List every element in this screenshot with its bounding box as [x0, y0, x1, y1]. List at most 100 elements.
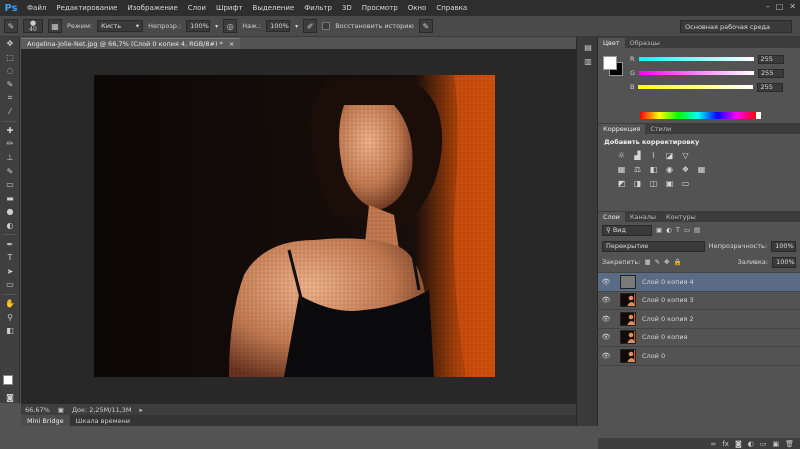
color-balance-icon[interactable]: ⚖	[632, 164, 643, 174]
history-panel-icon[interactable]: ▤	[577, 41, 599, 55]
brush-size-picker[interactable]: ● 40	[23, 19, 43, 33]
workspace-select[interactable]: Основная рабочая среда	[680, 20, 792, 33]
close-document-icon[interactable]: ×	[229, 40, 234, 48]
visibility-eye-icon[interactable]: 👁	[598, 315, 614, 323]
blur-tool-icon[interactable]: ●	[0, 205, 20, 219]
filter-type-icon[interactable]: T	[676, 226, 680, 234]
path-select-tool-icon[interactable]: ➤	[0, 265, 20, 279]
tab-channels[interactable]: Каналы	[625, 212, 661, 222]
tab-styles[interactable]: Стили	[645, 124, 676, 134]
filter-adjust-icon[interactable]: ◐	[666, 226, 672, 234]
layer-row[interactable]: 👁 Слой 0 копия 4	[598, 273, 800, 292]
tab-color[interactable]: Цвет	[598, 38, 625, 48]
tab-layers[interactable]: Слои	[598, 212, 625, 222]
filter-pixel-icon[interactable]: ▣	[656, 226, 662, 234]
layer-row[interactable]: 👁 Слой 0 копия 3	[598, 292, 800, 310]
shape-tool-icon[interactable]: ▭	[0, 278, 20, 292]
restore-history-checkbox[interactable]	[322, 22, 331, 30]
invert-icon[interactable]: ◩	[616, 178, 627, 188]
default-colors-icon[interactable]: ◧	[0, 324, 20, 338]
history-brush-tool-icon[interactable]: ✎	[0, 164, 20, 178]
flow-input[interactable]: 100%	[266, 20, 291, 32]
close-window-icon[interactable]: ✕	[789, 2, 796, 11]
white-swatch[interactable]	[756, 112, 761, 119]
vibrance-icon[interactable]: ▽	[680, 150, 691, 160]
lock-pixels-icon[interactable]: ✎	[655, 258, 660, 266]
foreground-color-swatch[interactable]	[3, 375, 13, 385]
tab-timeline[interactable]: Шкала времени	[70, 415, 136, 426]
posterize-icon[interactable]: ◨	[632, 178, 643, 188]
maximize-icon[interactable]: □	[776, 2, 784, 11]
gradient-tool-icon[interactable]: ▬	[0, 192, 20, 206]
clone-stamp-tool-icon[interactable]: ⊥	[0, 151, 20, 165]
opacity-dropdown-icon[interactable]: ▾	[215, 23, 218, 30]
airbrush-icon[interactable]: ✐	[303, 19, 318, 33]
lasso-tool-icon[interactable]: ◌	[0, 64, 20, 78]
lock-position-icon[interactable]: ✥	[664, 258, 669, 266]
menu-3d[interactable]: 3D	[337, 4, 357, 12]
brush-tool-icon[interactable]: ✏	[0, 137, 20, 151]
tab-swatches[interactable]: Образцы	[625, 38, 665, 48]
pen-tool-icon[interactable]: ✒	[0, 237, 20, 251]
layer-filter-select[interactable]: ⚲ Вид	[602, 224, 652, 236]
selective-color-icon[interactable]: ▣	[664, 178, 675, 188]
flow-dropdown-icon[interactable]: ▾	[295, 23, 298, 30]
color-lookup-icon[interactable]: ▦	[696, 164, 707, 174]
pressure-size-icon[interactable]: ✎	[418, 19, 433, 33]
menu-edit[interactable]: Редактирование	[51, 4, 122, 12]
brush-panel-icon[interactable]: ▦	[48, 19, 62, 33]
eraser-tool-icon[interactable]: ▭	[0, 178, 20, 192]
image-canvas[interactable]	[94, 75, 495, 377]
status-info-icon[interactable]: ▣	[58, 406, 64, 414]
curves-icon[interactable]: ⌇	[648, 150, 659, 160]
menu-file[interactable]: Файл	[22, 4, 51, 12]
quick-select-tool-icon[interactable]: ✎	[0, 78, 20, 92]
photo-filter-icon[interactable]: ◉	[664, 164, 675, 174]
green-value-input[interactable]: 255	[758, 68, 785, 78]
layer-style-icon[interactable]: fx	[722, 440, 729, 448]
tab-mini-bridge[interactable]: Mini Bridge	[21, 415, 70, 426]
menu-type[interactable]: Шрифт	[211, 4, 248, 12]
mode-select[interactable]: Кисть ▾	[97, 20, 144, 32]
red-value-input[interactable]: 255	[757, 54, 784, 64]
marquee-tool-icon[interactable]: ⬚	[0, 51, 20, 65]
visibility-eye-icon[interactable]: 👁	[598, 352, 614, 360]
crop-tool-icon[interactable]: ⌗	[0, 91, 20, 105]
layer-row[interactable]: 👁 Слой 0 копия	[598, 329, 800, 347]
link-layers-icon[interactable]: ∞	[711, 440, 717, 448]
gradient-map-icon[interactable]: ▭	[680, 178, 691, 188]
menu-view[interactable]: Просмотр	[357, 4, 403, 12]
foreground-color-chip[interactable]	[603, 56, 617, 70]
filter-shape-icon[interactable]: ▭	[684, 226, 690, 234]
zoom-level[interactable]: 66,67%	[25, 406, 50, 414]
color-spectrum[interactable]	[640, 112, 756, 119]
layer-row[interactable]: 👁 Слой 0	[598, 347, 800, 366]
move-tool-icon[interactable]: ✥	[0, 37, 20, 51]
channel-mixer-icon[interactable]: ❖	[680, 164, 691, 174]
exposure-icon[interactable]: ◪	[664, 150, 675, 160]
blend-mode-select[interactable]: Перекрытие	[602, 240, 705, 252]
menu-window[interactable]: Окно	[403, 4, 432, 12]
opacity-input[interactable]: 100%	[186, 20, 211, 32]
delete-layer-icon[interactable]: 🗑	[785, 440, 794, 448]
menu-layers[interactable]: Слои	[183, 4, 211, 12]
minimize-icon[interactable]: –	[766, 2, 770, 11]
layer-row[interactable]: 👁 Слой 0 копия 2	[598, 310, 800, 329]
blue-value-input[interactable]: 255	[757, 82, 784, 92]
pressure-opacity-icon[interactable]: ◎	[223, 19, 238, 33]
visibility-eye-icon[interactable]: 👁	[598, 278, 614, 286]
type-tool-icon[interactable]: T	[0, 251, 20, 265]
tab-paths[interactable]: Контуры	[661, 212, 701, 222]
quick-mask-icon[interactable]: ◙	[0, 391, 20, 405]
green-slider[interactable]	[639, 71, 755, 75]
lock-all-icon[interactable]: 🔒	[674, 258, 682, 266]
properties-panel-icon[interactable]: ▥	[577, 55, 599, 69]
healing-brush-tool-icon[interactable]: ✚	[0, 124, 20, 138]
levels-icon[interactable]: ▟	[632, 150, 643, 160]
zoom-tool-icon[interactable]: ⚲	[0, 310, 20, 324]
new-group-icon[interactable]: ▭	[760, 440, 767, 448]
menu-select[interactable]: Выделение	[248, 4, 300, 12]
hue-saturation-icon[interactable]: ▦	[616, 164, 627, 174]
new-adjustment-icon[interactable]: ◐	[748, 440, 754, 448]
new-layer-icon[interactable]: ▣	[772, 440, 779, 448]
